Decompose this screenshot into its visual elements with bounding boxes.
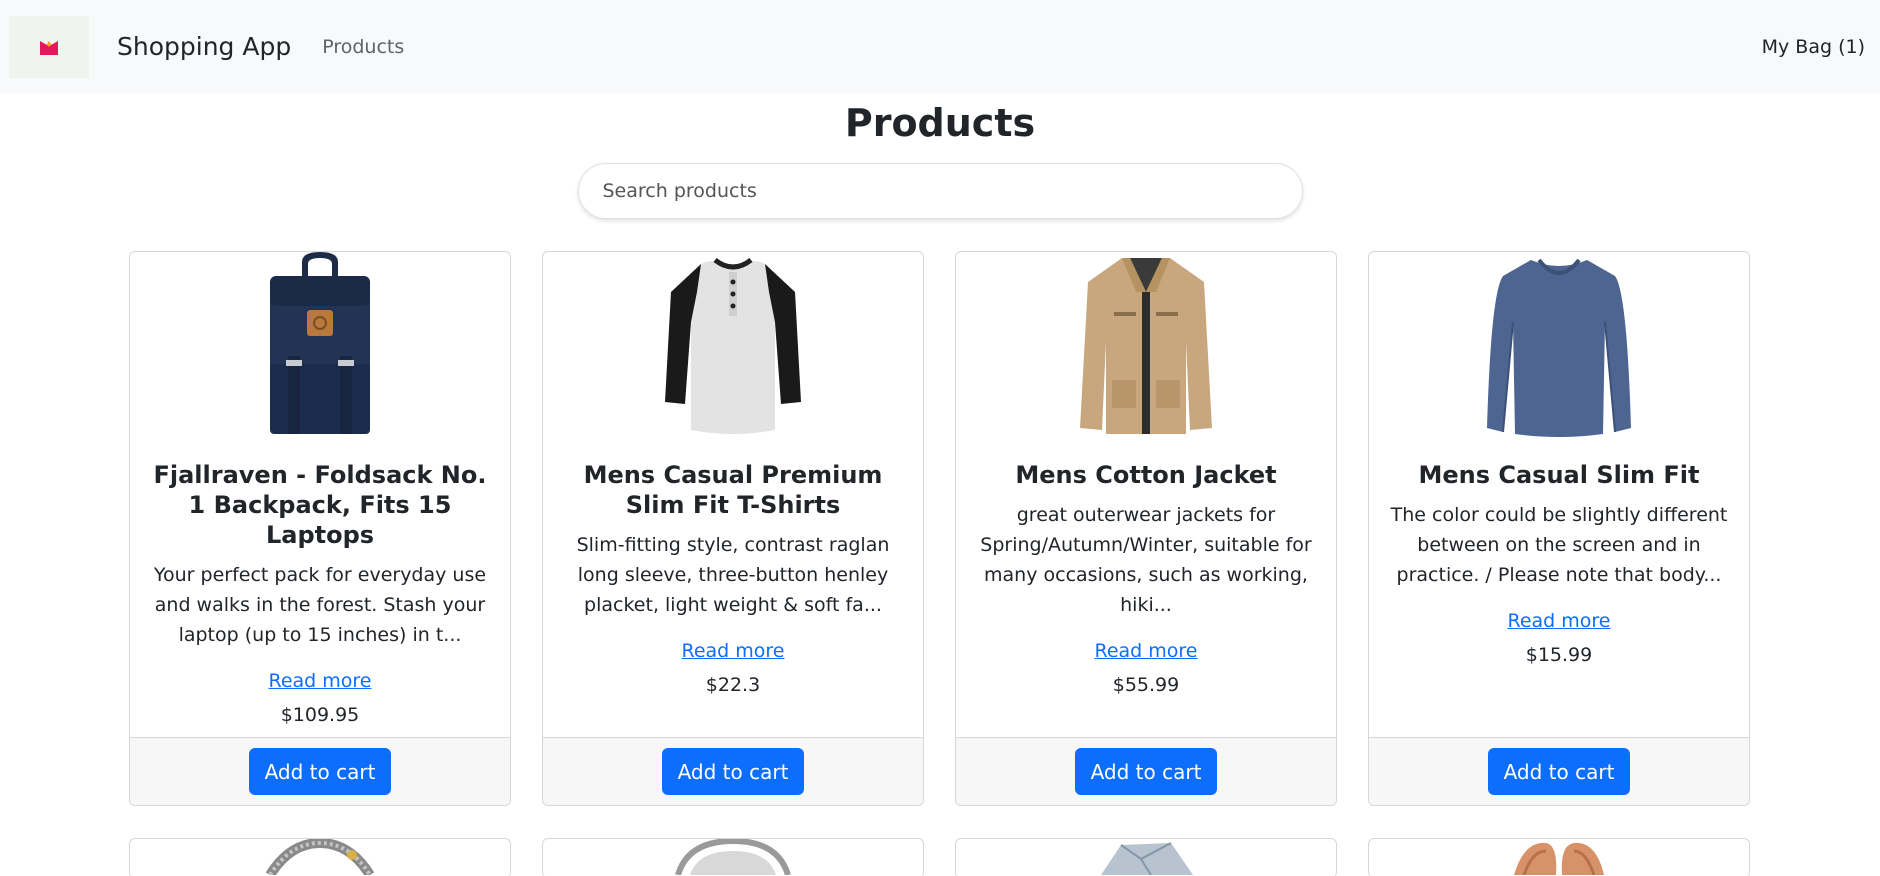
add-to-cart-button[interactable]: Add to cart <box>248 748 392 795</box>
nav-link-products[interactable]: Products <box>322 36 404 58</box>
card-body: Mens Casual Slim Fit The color could be … <box>1369 252 1749 737</box>
brand-name[interactable]: Shopping App <box>117 32 291 61</box>
product-description: The color could be slightly different be… <box>1390 504 1728 586</box>
search-input[interactable] <box>577 163 1303 219</box>
backpack-image <box>240 252 400 440</box>
tshirt-image <box>653 252 813 440</box>
product-price: $109.95 <box>280 704 360 726</box>
gem-ring-image <box>956 839 1336 875</box>
product-card <box>129 838 511 876</box>
card-footer: Add to cart <box>130 737 510 805</box>
product-card <box>955 838 1337 876</box>
card-body: Fjallraven - Foldsack No. 1 Backpack, Fi… <box>130 252 510 737</box>
card-footer: Add to cart <box>543 737 923 805</box>
add-to-cart-button[interactable]: Add to cart <box>1074 748 1218 795</box>
product-title: Mens Cotton Jacket <box>1015 461 1277 489</box>
gold-ring-image <box>1369 839 1749 875</box>
page-title: Products <box>844 101 1036 145</box>
product-price: $55.99 <box>1112 674 1180 696</box>
ring-image <box>543 839 923 875</box>
add-to-cart-button[interactable]: Add to cart <box>1487 748 1631 795</box>
product-card: Mens Casual Premium Slim Fit T-Shirts Sl… <box>542 251 924 806</box>
card-footer: Add to cart <box>956 737 1336 805</box>
read-more-link[interactable]: Read more <box>682 640 785 662</box>
product-card: Fjallraven - Foldsack No. 1 Backpack, Fi… <box>129 251 511 806</box>
bracelet-image <box>130 839 510 875</box>
product-title: Mens Casual Slim Fit <box>1418 461 1700 489</box>
brand-logo[interactable] <box>9 15 89 78</box>
add-to-cart-button[interactable]: Add to cart <box>661 748 805 795</box>
shopping-bag-logo-icon <box>40 40 58 55</box>
read-more-link[interactable]: Read more <box>269 670 372 692</box>
search-wrap <box>0 163 1880 219</box>
product-price: $22.3 <box>705 674 761 696</box>
product-title: Mens Casual Premium Slim Fit T-Shirts <box>583 461 883 519</box>
jacket-image <box>1066 252 1226 440</box>
longsleeve-image <box>1479 252 1639 440</box>
product-description: Your perfect pack for everyday use and w… <box>153 564 487 646</box>
product-grid: Fjallraven - Foldsack No. 1 Backpack, Fi… <box>129 251 1880 876</box>
product-card <box>1368 838 1750 876</box>
product-card <box>542 838 924 876</box>
navbar: Shopping App Products My Bag (1) <box>0 0 1880 93</box>
card-body: Mens Casual Premium Slim Fit T-Shirts Sl… <box>543 252 923 737</box>
product-price: $15.99 <box>1525 644 1593 666</box>
product-title: Fjallraven - Foldsack No. 1 Backpack, Fi… <box>153 461 487 549</box>
read-more-link[interactable]: Read more <box>1095 640 1198 662</box>
product-card: Mens Cotton Jacket great outerwear jacke… <box>955 251 1337 806</box>
product-description: Slim-fitting style, contrast raglan long… <box>576 534 890 616</box>
product-description: great outerwear jackets for Spring/Autum… <box>980 504 1312 616</box>
my-bag-link[interactable]: My Bag (1) <box>1762 36 1865 58</box>
card-footer: Add to cart <box>1369 737 1749 805</box>
read-more-link[interactable]: Read more <box>1508 610 1611 632</box>
product-card: Mens Casual Slim Fit The color could be … <box>1368 251 1750 806</box>
card-body: Mens Cotton Jacket great outerwear jacke… <box>956 252 1336 737</box>
